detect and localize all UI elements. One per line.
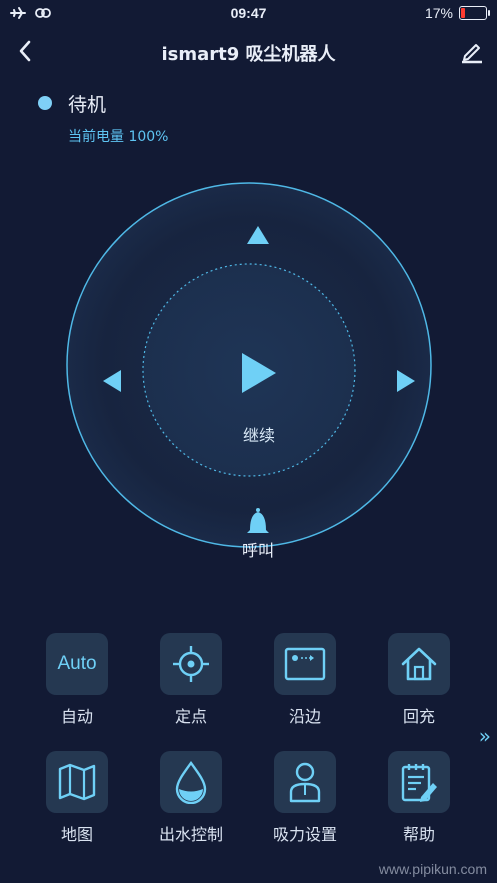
function-suction[interactable]: 吸力设置 — [259, 751, 351, 845]
function-label: 自动 — [60, 707, 93, 726]
device-battery-text: 当前电量 100% — [68, 129, 169, 145]
status-bar: 09:47 17% — [0, 0, 497, 28]
direction-pad: 继续 呼叫 — [66, 182, 432, 560]
battery-percent: 17% — [424, 5, 453, 21]
auto-text-icon[interactable]: Auto — [46, 633, 108, 695]
function-label: 出水控制 — [158, 825, 223, 844]
function-label: 回充 — [402, 707, 435, 726]
edit-icon[interactable] — [459, 38, 485, 64]
water-drop-icon — [175, 760, 207, 804]
watermark: www.pipikun.com — [378, 861, 487, 877]
function-label: 帮助 — [402, 825, 435, 844]
function-water[interactable]: 出水控制 — [145, 751, 237, 845]
map-icon — [58, 763, 96, 801]
call-label: 呼叫 — [242, 541, 274, 560]
function-label: 沿边 — [288, 707, 321, 726]
battery-icon — [459, 6, 490, 20]
nav-bar: ismart9 吸尘机器人 — [0, 32, 497, 72]
continue-label: 继续 — [243, 426, 275, 445]
double-chevron-right-icon[interactable]: » — [479, 724, 491, 748]
function-label: 定点 — [174, 707, 207, 726]
function-label: 吸力设置 — [272, 825, 337, 844]
device-state-label: 待机 — [68, 94, 107, 116]
target-icon — [173, 646, 209, 682]
status-dot-icon — [38, 96, 52, 110]
clipboard-edit-icon — [401, 764, 437, 802]
function-spot[interactable]: 定点 — [145, 633, 237, 727]
function-label: 地图 — [60, 825, 93, 844]
function-auto[interactable]: Auto 自动 — [31, 633, 123, 727]
function-edge[interactable]: 沿边 — [259, 633, 351, 727]
function-help[interactable]: 帮助 — [373, 751, 465, 845]
home-icon — [401, 647, 437, 681]
page-title: ismart9 吸尘机器人 — [161, 44, 336, 65]
status-time: 09:47 — [230, 5, 267, 21]
suction-user-icon — [289, 762, 321, 803]
edge-icon — [284, 647, 326, 681]
function-map[interactable]: 地图 — [31, 751, 123, 845]
function-recharge[interactable]: 回充 — [373, 633, 465, 727]
